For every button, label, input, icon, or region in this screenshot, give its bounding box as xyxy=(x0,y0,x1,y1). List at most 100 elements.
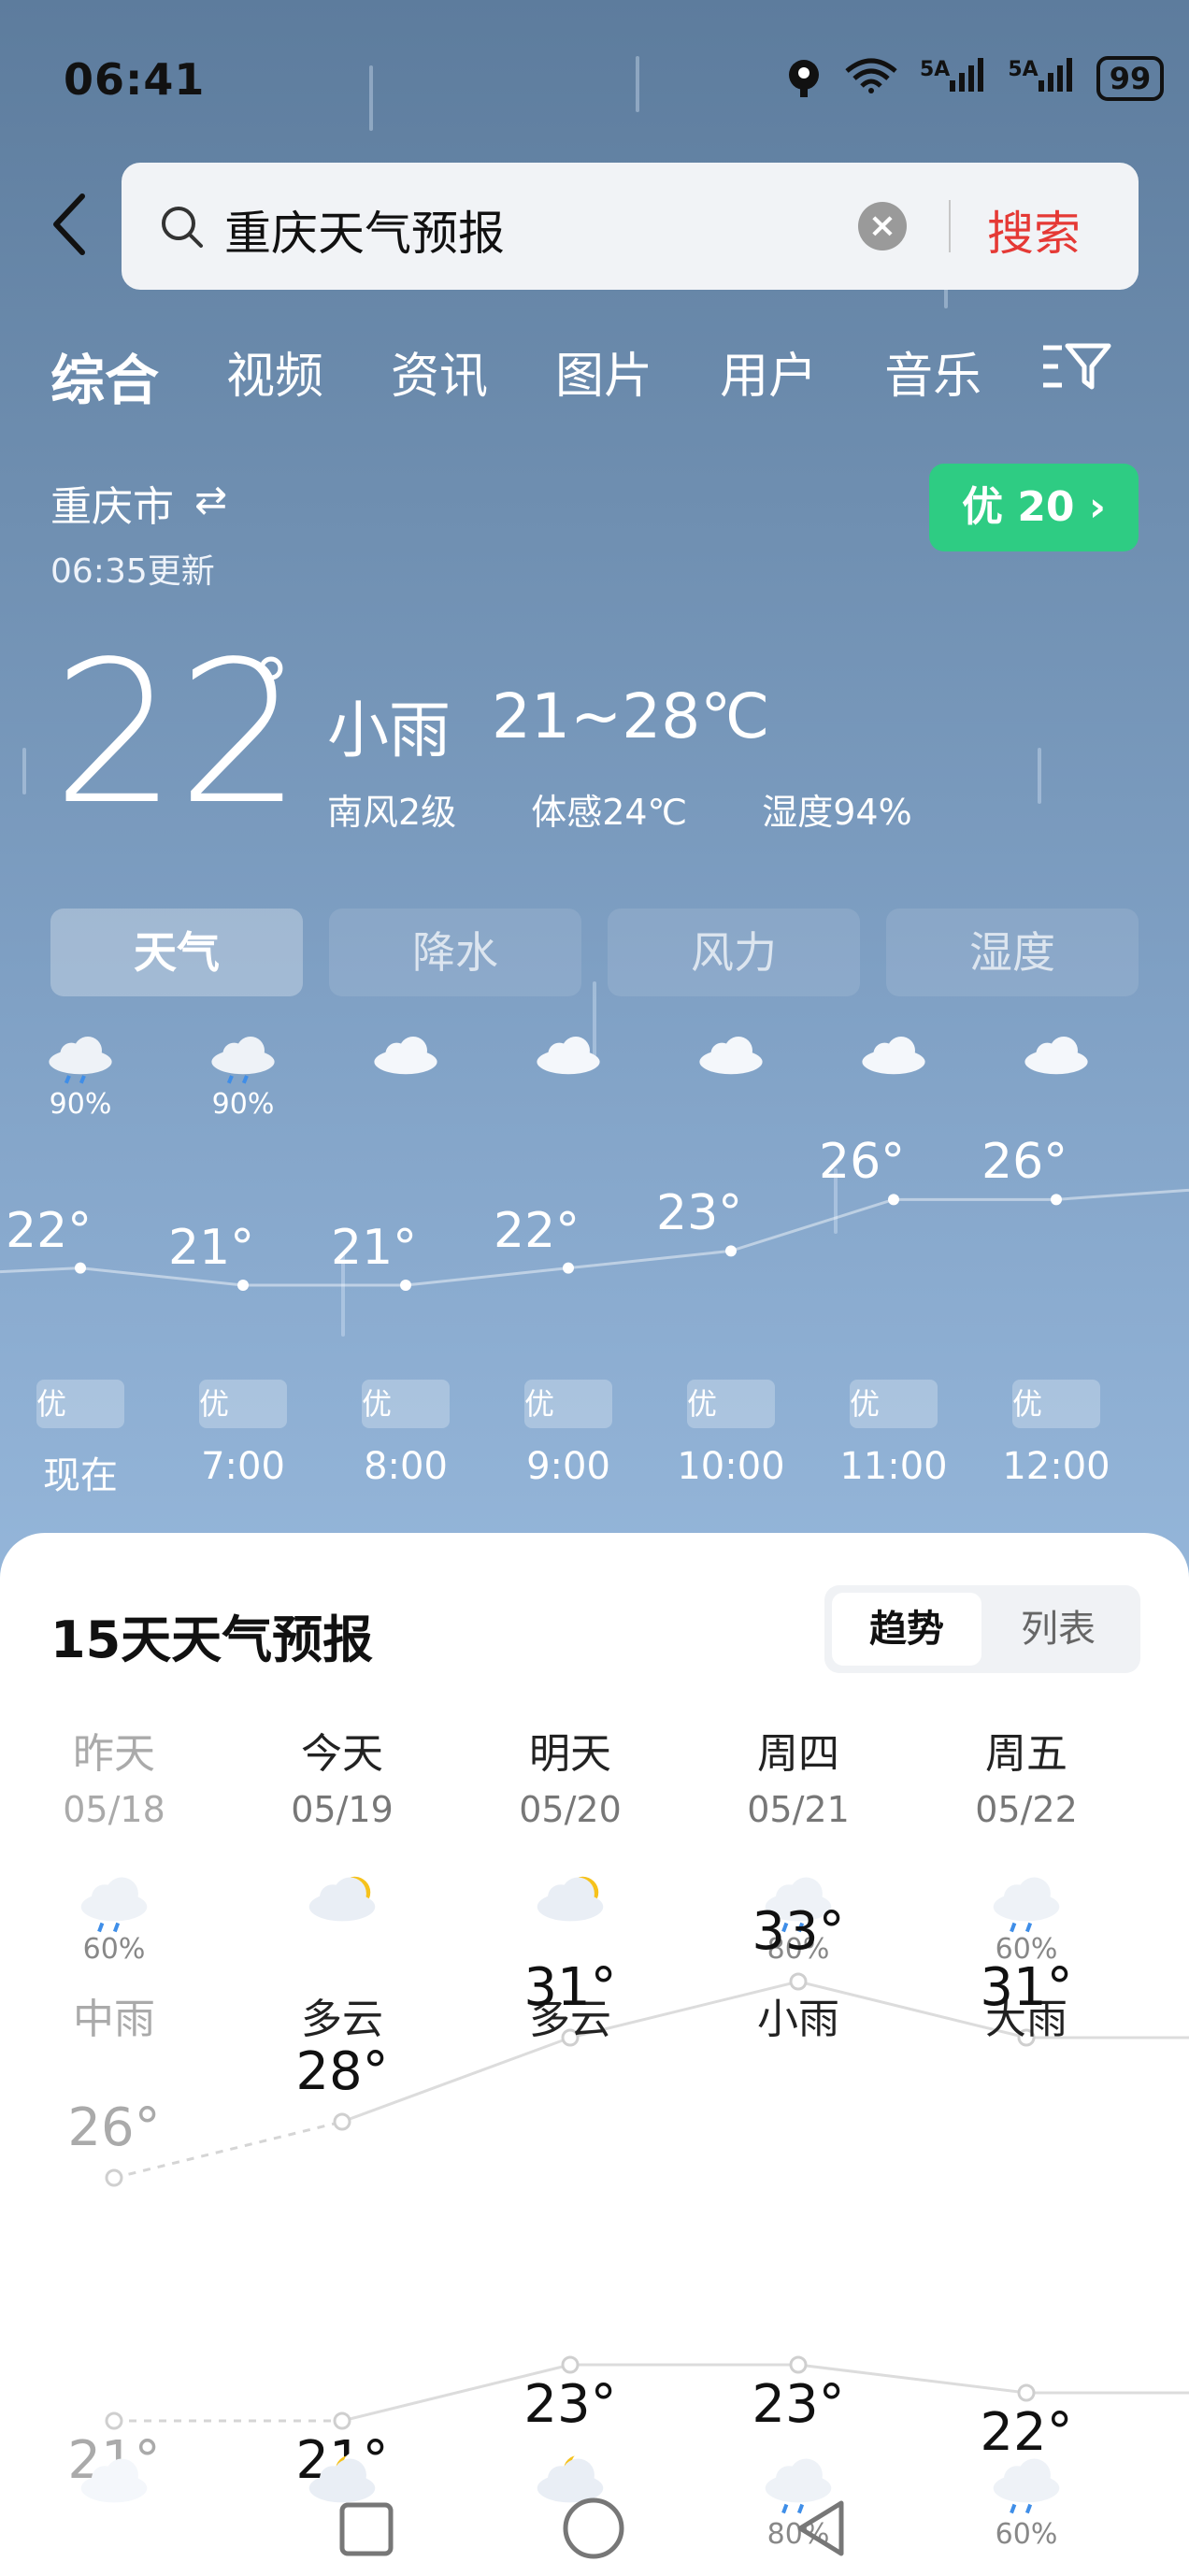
precip-chance: 90% xyxy=(49,1088,112,1121)
day-date: 05/19 xyxy=(291,1789,394,1830)
hourly-temp: 26° xyxy=(819,1134,906,1191)
search-bar[interactable]: 重庆天气预报 × 搜索 xyxy=(122,163,1139,290)
aqi-level-badge: 优 xyxy=(199,1380,287,1428)
aqi-level-badge: 优 xyxy=(362,1380,450,1428)
day-condition: 小雨 xyxy=(757,1996,839,2043)
hourly-temp-point xyxy=(725,1245,737,1257)
rain-cloud-icon xyxy=(2,1868,226,1933)
hourly-temp: 21° xyxy=(168,1220,255,1276)
high-temp: 31° xyxy=(980,1957,1073,2018)
tab-news[interactable]: 资讯 xyxy=(391,336,488,415)
search-divider xyxy=(949,200,951,252)
clear-icon[interactable]: × xyxy=(858,202,907,250)
hourly-item xyxy=(494,1028,643,1122)
day-column[interactable]: 周四 05/21 80% 小雨 xyxy=(686,1720,910,2045)
hourly-item xyxy=(981,1028,1131,1122)
tab-comprehensive[interactable]: 综合 xyxy=(50,336,159,415)
low-temp: 23° xyxy=(523,2374,617,2435)
back-button[interactable] xyxy=(45,187,101,262)
day-date: 05/21 xyxy=(747,1789,850,1830)
day-condition: 多云 xyxy=(301,1996,383,2043)
tab-music[interactable]: 音乐 xyxy=(884,336,981,415)
cloud-icon xyxy=(331,1028,480,1088)
high-temp-point xyxy=(333,2112,351,2131)
category-tabs: 综合 视频 资讯 图片 用户 音乐 xyxy=(50,336,1049,415)
aqi-badge[interactable]: 优 20 › xyxy=(929,464,1139,551)
recent-apps-button[interactable] xyxy=(338,2501,394,2561)
hourly-time: 10:00 xyxy=(677,1445,785,1488)
hourly-forecast: 90% 22° 优现在 90% 21° 优 7:00 21° 优 8:00 22° 优 9:00 23° 优… xyxy=(0,1028,1189,1514)
hourly-time: 12:00 xyxy=(1002,1445,1110,1488)
hourly-subtabs: 天气 降水 风力 湿度 xyxy=(50,909,1139,996)
aqi-level-badge: 优 xyxy=(687,1380,775,1428)
hourly-temp: 23° xyxy=(656,1185,743,1242)
signal-icon-1: 5A xyxy=(920,58,987,99)
aqi-level-badge: 优 xyxy=(524,1380,612,1428)
hourly-item xyxy=(819,1028,968,1122)
rain-cloud-icon xyxy=(6,1028,155,1088)
hourly-temp-point xyxy=(888,1194,899,1206)
hourly-temp-point xyxy=(400,1280,411,1291)
search-icon xyxy=(162,207,203,248)
hourly-temp: 22° xyxy=(494,1202,580,1259)
back-nav-button[interactable] xyxy=(793,2497,849,2563)
wifi-icon xyxy=(843,56,899,101)
status-bar: 06:41 5A 5A 99 xyxy=(0,0,1189,159)
rain-cloud-icon xyxy=(168,1028,318,1088)
clock: 06:41 xyxy=(64,54,206,105)
current-condition: 小雨 xyxy=(327,694,451,766)
day-column[interactable]: 昨天 05/18 60% 中雨 xyxy=(2,1720,226,2045)
aqi-level-badge: 优 xyxy=(850,1380,938,1428)
temperature-range: 21~28℃ xyxy=(492,680,770,752)
precip-chance xyxy=(331,1088,480,1122)
cloud-icon xyxy=(494,1028,643,1088)
subtab-weather[interactable]: 天气 xyxy=(50,909,303,996)
weather-details: 南风2级 体感24℃ 湿度94% xyxy=(327,783,912,835)
filter-icon[interactable] xyxy=(1039,338,1114,394)
day-name: 昨天 xyxy=(73,1730,155,1778)
hourly-temp: 22° xyxy=(6,1202,93,1259)
hourly-item xyxy=(656,1028,806,1122)
day-condition: 中雨 xyxy=(73,1996,155,2043)
city-name[interactable]: 重庆市 xyxy=(50,473,174,533)
back-arrow-icon xyxy=(53,193,85,255)
tab-users[interactable]: 用户 xyxy=(720,336,817,415)
low-temp-point xyxy=(105,2411,123,2430)
search-button[interactable]: 搜索 xyxy=(987,196,1081,264)
low-temp-point xyxy=(561,2355,580,2374)
wind-info: 南风2级 xyxy=(327,792,457,833)
day-name: 明天 xyxy=(529,1730,611,1778)
subtab-humidity[interactable]: 湿度 xyxy=(886,909,1139,996)
tab-video[interactable]: 视频 xyxy=(226,336,323,415)
precip-chance: 90% xyxy=(211,1088,275,1121)
hourly-time: 现在 xyxy=(43,1454,118,1497)
switch-city-icon[interactable]: ⇄ xyxy=(194,477,227,522)
subtab-wind[interactable]: 风力 xyxy=(608,909,860,996)
precip-chance xyxy=(819,1088,968,1122)
day-date: 05/18 xyxy=(63,1789,165,1830)
hourly-temp-point xyxy=(1051,1194,1062,1206)
high-temp-point xyxy=(105,2168,123,2187)
tab-images[interactable]: 图片 xyxy=(555,336,652,415)
degree-symbol: ° xyxy=(252,643,290,730)
low-temp-point xyxy=(333,2411,351,2430)
precip-chance xyxy=(230,1933,454,1967)
humidity: 湿度94% xyxy=(762,792,912,833)
forecast-card: 15天天气预报 趋势 列表 昨天 05/18 60% 中雨 26° 21° 今天 05… xyxy=(0,1533,1189,2576)
high-temp: 28° xyxy=(295,2041,389,2102)
low-temp-point xyxy=(1017,2383,1036,2402)
search-input[interactable]: 重庆天气预报 xyxy=(224,196,505,264)
precip-chance: 60% xyxy=(82,1933,146,1966)
day-column[interactable]: 今天 05/19 多云 xyxy=(230,1720,454,2045)
rain-streak xyxy=(1038,748,1041,804)
subtab-precipitation[interactable]: 降水 xyxy=(329,909,581,996)
home-button[interactable] xyxy=(561,2496,626,2565)
hourly-item: 90% xyxy=(168,1028,318,1122)
status-icons: 5A 5A 99 xyxy=(785,56,1165,101)
rain-streak xyxy=(22,748,26,794)
hourly-temp: 26° xyxy=(981,1134,1068,1191)
hourly-time: 8:00 xyxy=(364,1445,448,1488)
partly-cloudy-icon xyxy=(458,1868,682,1933)
precip-chance xyxy=(494,1088,643,1122)
partly-cloudy-icon xyxy=(230,1868,454,1933)
